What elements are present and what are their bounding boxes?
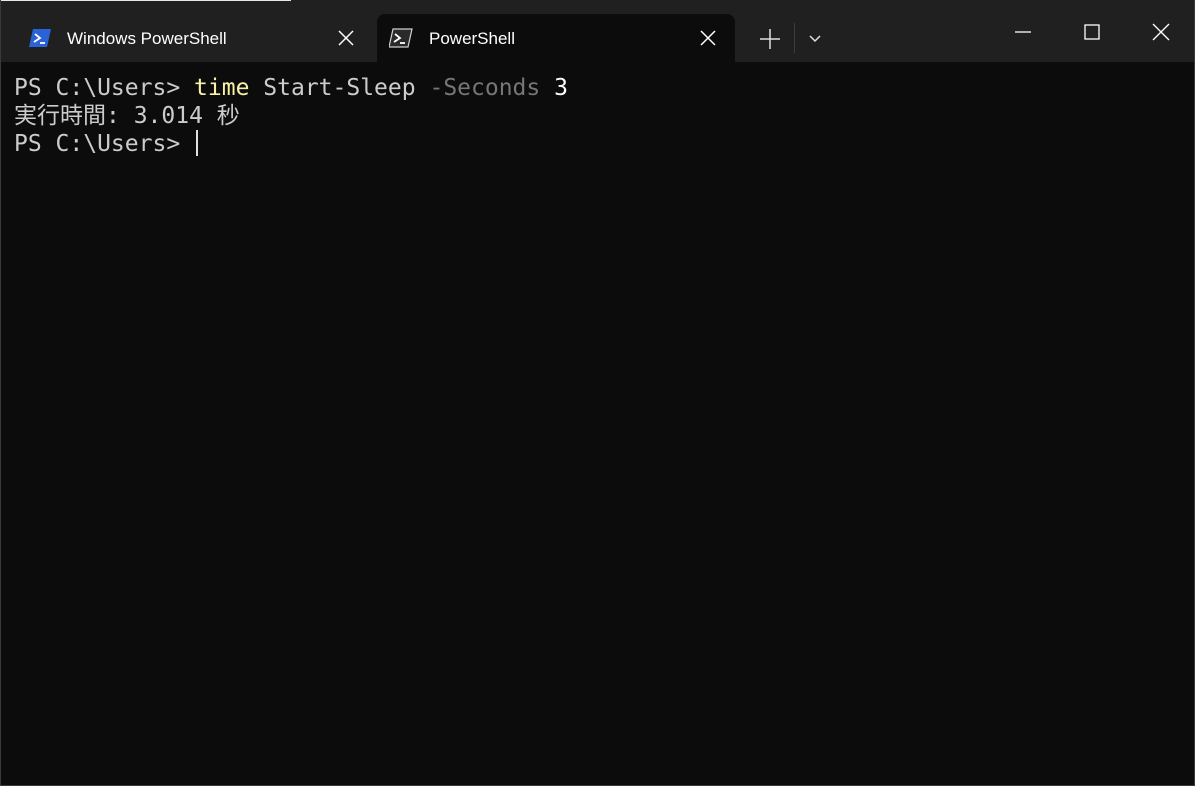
minimize-button[interactable] [990, 0, 1056, 62]
titlebar-separator [794, 23, 795, 53]
terminal-line-output: 実行時間: 3.014 秒 [14, 103, 240, 129]
parameter-token: -Seconds [429, 75, 541, 101]
drag-progress-line [1, 0, 291, 1]
command-token: time [194, 75, 250, 101]
maximize-button[interactable] [1059, 0, 1125, 62]
new-tab-button[interactable] [755, 24, 785, 54]
tab-close-icon[interactable] [337, 29, 355, 47]
profile-dropdown-button[interactable] [801, 24, 829, 54]
terminal-window: Windows PowerShell PowerShell PS C:\User… [0, 0, 1195, 786]
tab-windows-powershell[interactable]: Windows PowerShell [15, 14, 373, 62]
terminal-output[interactable]: PS C:\Users> time Start-Sleep -Seconds 3… [1, 62, 1194, 785]
plus-icon [760, 29, 780, 49]
close-window-button[interactable] [1128, 0, 1194, 62]
text-cursor [196, 130, 199, 156]
argument-token: Start-Sleep [263, 75, 416, 101]
terminal-line-prompt[interactable]: PS C:\Users> [14, 130, 199, 158]
title-bar[interactable]: Windows PowerShell PowerShell [1, 0, 1194, 62]
maximize-icon [1084, 24, 1100, 40]
tab-label: Windows PowerShell [67, 29, 227, 48]
close-icon [1152, 23, 1170, 41]
powershell-icon [388, 28, 413, 48]
tab-label: PowerShell [429, 29, 515, 48]
prompt: PS C:\Users> [14, 75, 181, 101]
minimize-icon [1015, 31, 1031, 33]
tab-powershell[interactable]: PowerShell [377, 14, 735, 62]
tab-close-icon[interactable] [699, 29, 717, 47]
terminal-line-command: PS C:\Users> time Start-Sleep -Seconds 3 [14, 74, 568, 102]
windows-powershell-icon [29, 28, 51, 48]
chevron-down-icon [809, 35, 821, 43]
value-token: 3 [554, 75, 568, 101]
prompt: PS C:\Users> [14, 131, 181, 157]
